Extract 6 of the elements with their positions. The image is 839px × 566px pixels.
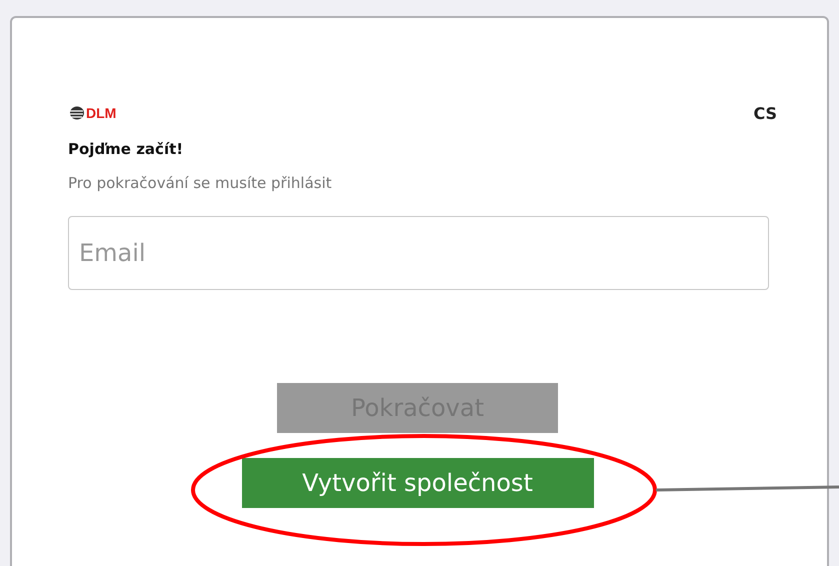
logo-text: DLM [86,105,116,121]
email-field[interactable]: Email [68,216,769,290]
create-button[interactable]: Vytvořit společnost [242,458,594,508]
heading: Pojďme začít! [68,140,184,158]
subheading: Pro pokračování se musíte přihlásit [68,174,333,192]
language-selector[interactable]: CS [753,104,777,122]
